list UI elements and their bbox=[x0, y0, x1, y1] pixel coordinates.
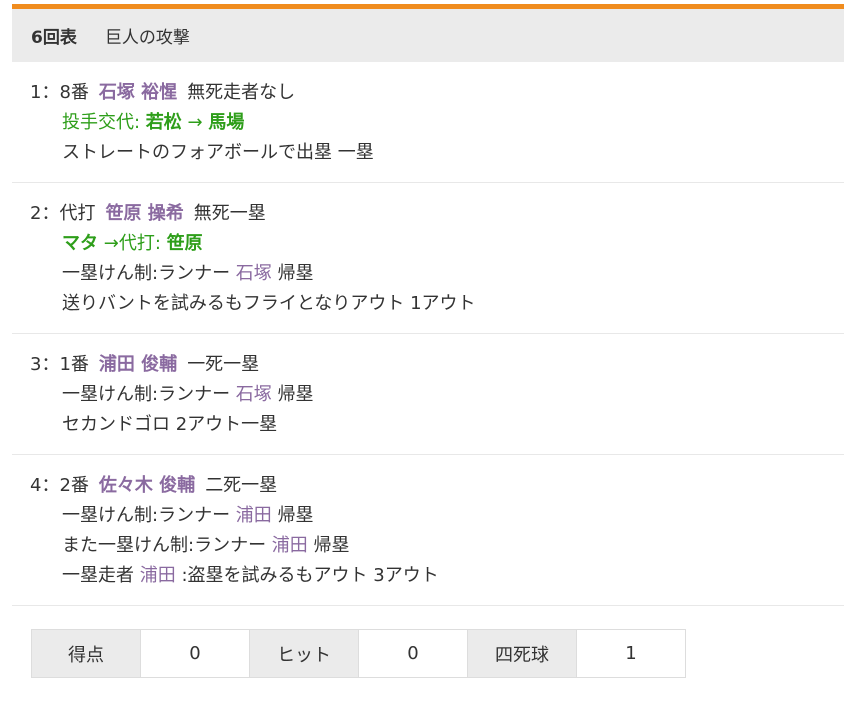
substitution-line: マタ →代打: 笹原 bbox=[62, 229, 844, 259]
runs-label: 得点 bbox=[31, 629, 141, 678]
substitution-label: 投手交代: bbox=[62, 112, 146, 133]
play-result: ストレートのフォアボールで出塁 一塁 bbox=[62, 142, 374, 163]
batter-link[interactable]: 浦田 俊輔 bbox=[99, 350, 177, 380]
pickoff-label: 一塁けん制:ランナー bbox=[62, 505, 236, 526]
steal-line: 一塁走者 浦田 :盗塁を試みるもアウト 3アウト bbox=[62, 561, 844, 591]
pickoff-label: 一塁けん制:ランナー bbox=[62, 384, 236, 405]
sub-from-player: 若松 bbox=[145, 112, 182, 133]
steal-label: 一塁走者 bbox=[62, 565, 140, 586]
situation: 二死一塁 bbox=[205, 475, 278, 496]
runner-link[interactable]: 石塚 bbox=[236, 384, 272, 405]
pa-heading: 2：代打 笹原 操希 無死一塁 bbox=[30, 199, 844, 229]
situation: 無死走者なし bbox=[187, 82, 296, 103]
inning-section: 6回表 巨人の攻撃 1：8番 石塚 裕惺 無死走者なし 投手交代: 若松 → 馬… bbox=[12, 4, 844, 606]
pa-heading: 4：2番 佐々木 俊輔 二死一塁 bbox=[30, 471, 844, 501]
plate-appearance-1: 1：8番 石塚 裕惺 無死走者なし 投手交代: 若松 → 馬場 ストレートのフォ… bbox=[12, 62, 844, 183]
pickoff-result: 帰塁 bbox=[277, 505, 314, 526]
pickoff-line: 一塁けん制:ランナー 石塚 帰塁 bbox=[62, 380, 844, 410]
batting-order: 4：2番 bbox=[30, 475, 89, 496]
sub-to-player: 笹原 bbox=[166, 233, 203, 254]
pa-heading: 1：8番 石塚 裕惺 無死走者なし bbox=[30, 78, 844, 108]
play-result: 送りバントを試みるもフライとなりアウト 1アウト bbox=[62, 293, 476, 314]
pickoff-result: 帰塁 bbox=[313, 535, 350, 556]
batting-order: 3：1番 bbox=[30, 354, 89, 375]
inning-summary-table: 得点 0 ヒット 0 四死球 1 bbox=[31, 629, 686, 678]
pickoff-label: また一塁けん制:ランナー bbox=[62, 535, 272, 556]
hits-value: 0 bbox=[358, 629, 468, 678]
batter-link[interactable]: 石塚 裕惺 bbox=[99, 78, 177, 108]
batter-link[interactable]: 笹原 操希 bbox=[105, 199, 183, 229]
summary-row: 得点 0 ヒット 0 四死球 1 bbox=[31, 629, 686, 678]
batter-link[interactable]: 佐々木 俊輔 bbox=[99, 471, 195, 501]
plate-appearance-2: 2：代打 笹原 操希 無死一塁 マタ →代打: 笹原 一塁けん制:ランナー 石塚… bbox=[12, 183, 844, 334]
inning-header: 6回表 巨人の攻撃 bbox=[12, 4, 844, 62]
inning-number: 6回表 bbox=[31, 28, 77, 48]
pickoff-line: 一塁けん制:ランナー 石塚 帰塁 bbox=[62, 259, 844, 289]
pa-heading: 3：1番 浦田 俊輔 一死一塁 bbox=[30, 350, 844, 380]
plate-appearance-4: 4：2番 佐々木 俊輔 二死一塁 一塁けん制:ランナー 浦田 帰塁 また一塁けん… bbox=[12, 455, 844, 606]
sub-arrow: → bbox=[187, 112, 203, 133]
plate-appearance-3: 3：1番 浦田 俊輔 一死一塁 一塁けん制:ランナー 石塚 帰塁 セカンドゴロ … bbox=[12, 334, 844, 455]
play-result: セカンドゴロ 2アウト一塁 bbox=[62, 414, 278, 435]
runs-value: 0 bbox=[140, 629, 250, 678]
hits-label: ヒット bbox=[249, 629, 359, 678]
walks-label: 四死球 bbox=[467, 629, 577, 678]
attacking-team: 巨人の攻撃 bbox=[104, 28, 190, 48]
sub-from-player: マタ bbox=[62, 233, 98, 254]
runner-link[interactable]: 浦田 bbox=[140, 565, 176, 586]
pickoff-line: また一塁けん制:ランナー 浦田 帰塁 bbox=[62, 531, 844, 561]
situation: 一死一塁 bbox=[187, 354, 260, 375]
runner-link[interactable]: 石塚 bbox=[236, 263, 272, 284]
substitution-line: 投手交代: 若松 → 馬場 bbox=[62, 108, 844, 138]
pickoff-line: 一塁けん制:ランナー 浦田 帰塁 bbox=[62, 501, 844, 531]
sub-to-player: 馬場 bbox=[208, 112, 245, 133]
batting-order: 1：8番 bbox=[30, 82, 89, 103]
pickoff-result: 帰塁 bbox=[277, 384, 314, 405]
situation: 無死一塁 bbox=[193, 203, 266, 224]
walks-value: 1 bbox=[576, 629, 686, 678]
sub-arrow: →代打: bbox=[103, 233, 167, 254]
batting-order: 2：代打 bbox=[30, 203, 96, 224]
pickoff-label: 一塁けん制:ランナー bbox=[62, 263, 236, 284]
steal-result: :盗塁を試みるもアウト 3アウト bbox=[181, 565, 439, 586]
pickoff-result: 帰塁 bbox=[277, 263, 314, 284]
runner-link[interactable]: 浦田 bbox=[236, 505, 272, 526]
runner-link[interactable]: 浦田 bbox=[272, 535, 308, 556]
